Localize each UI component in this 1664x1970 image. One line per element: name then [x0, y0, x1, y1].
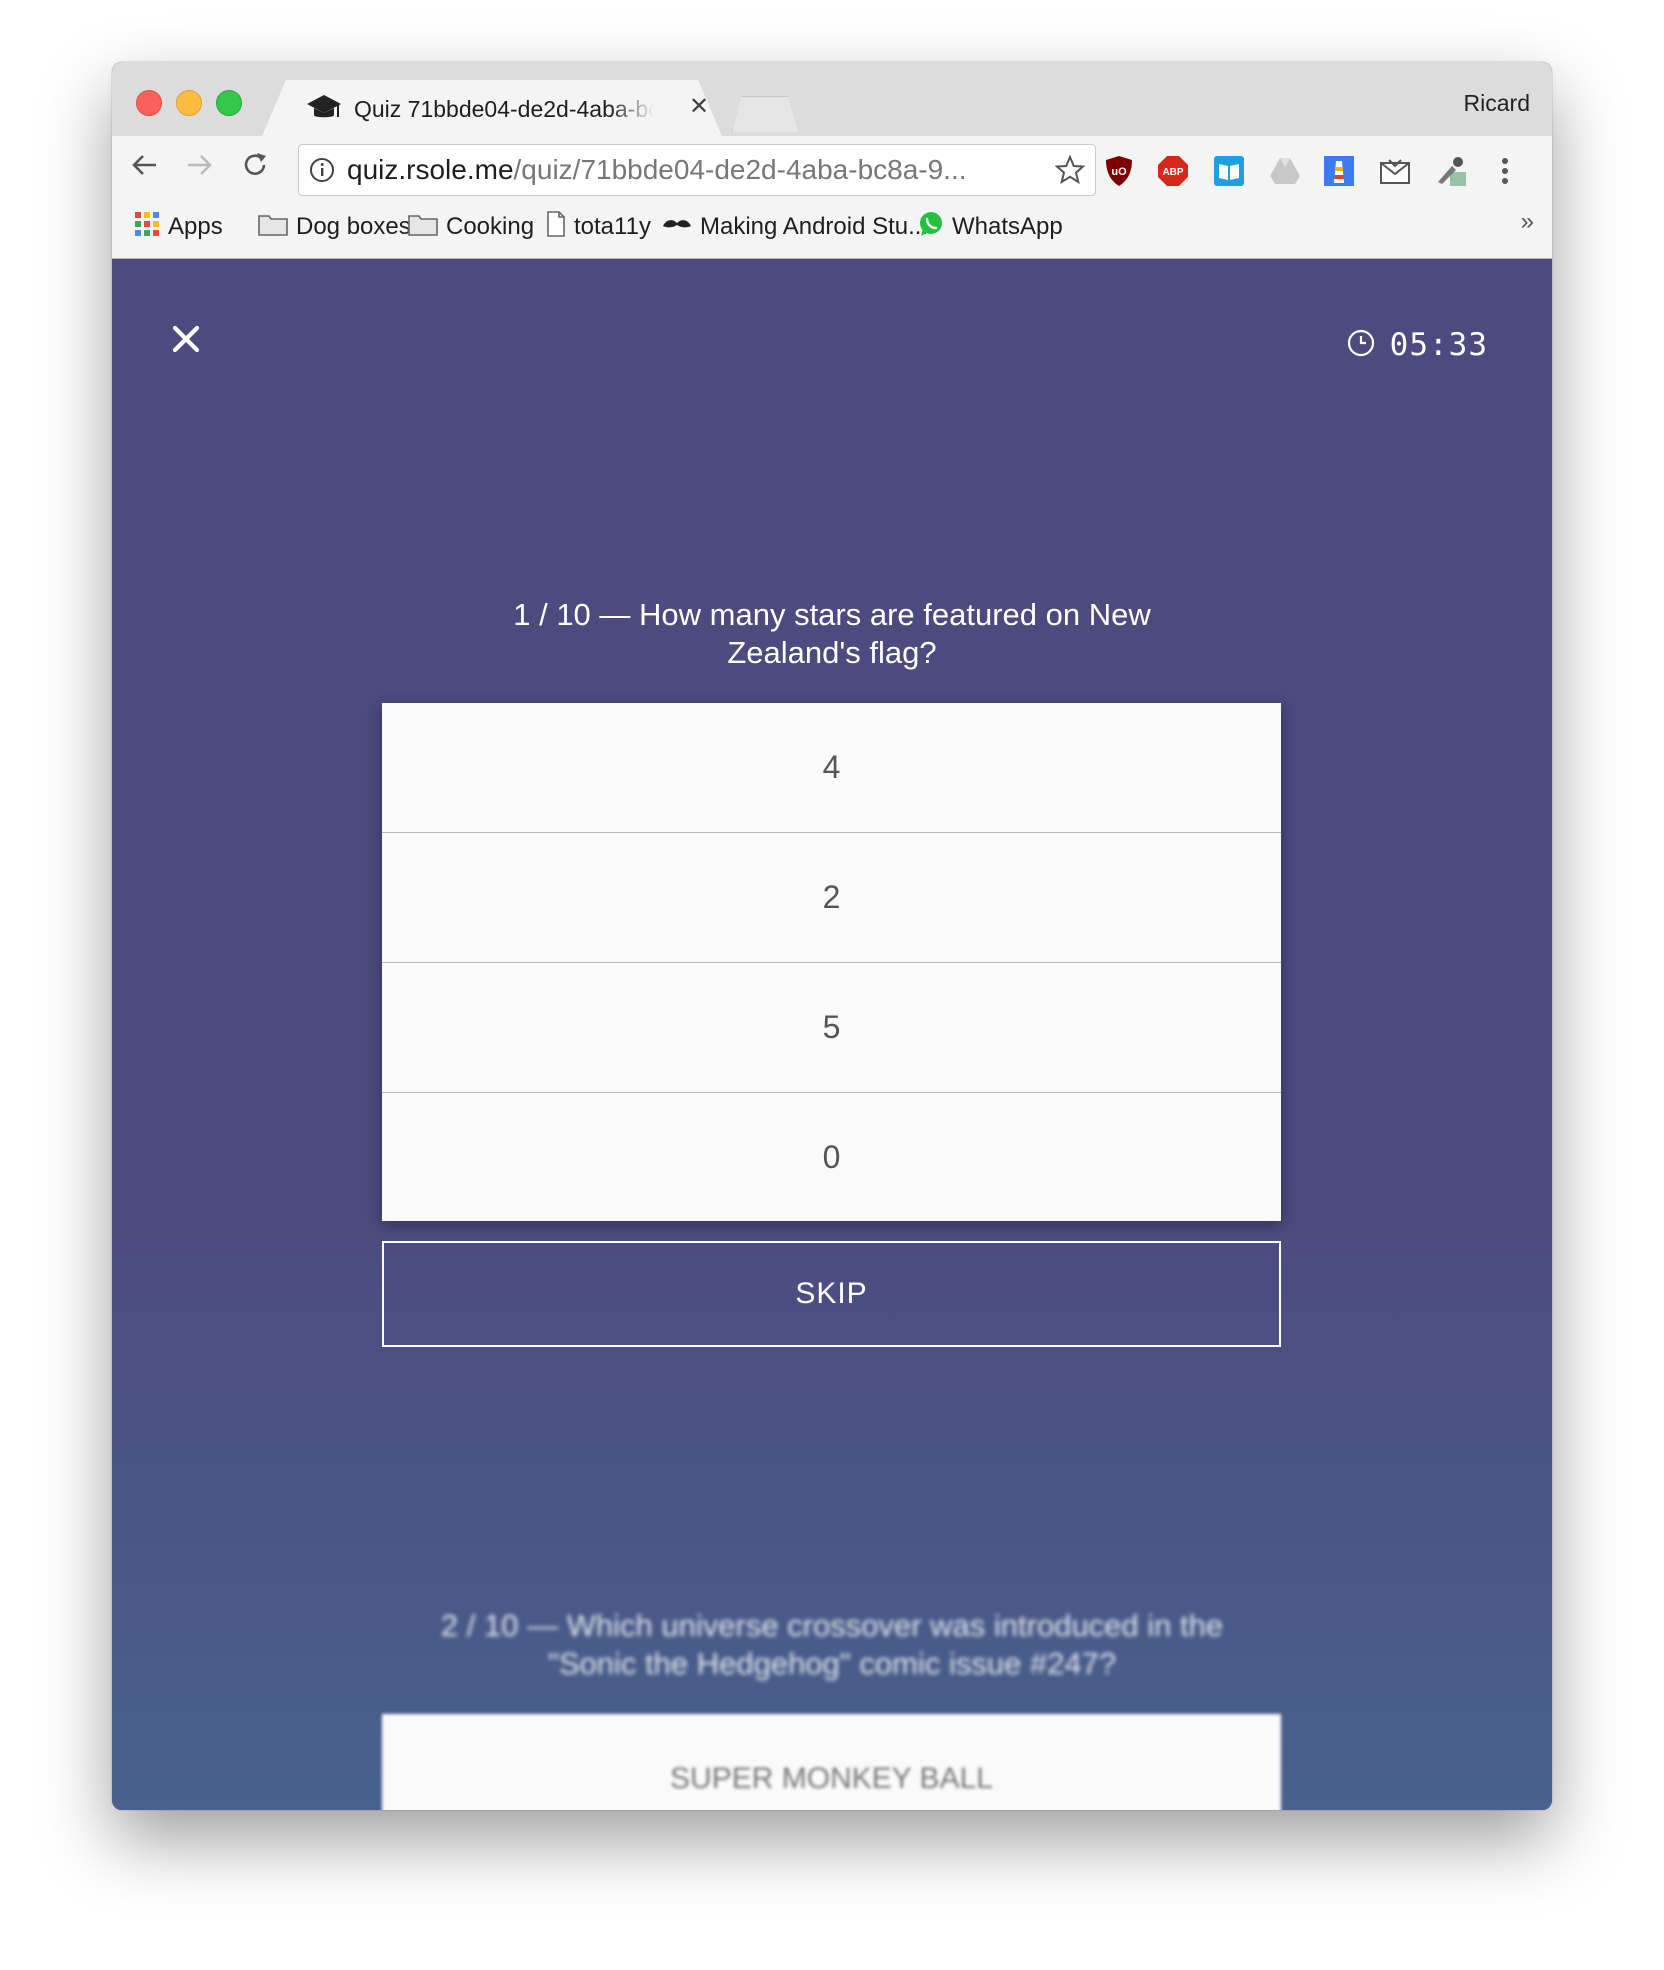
back-arrow-icon[interactable]	[124, 144, 166, 186]
bookmark-label: Making Android Stu...	[700, 213, 929, 240]
page-icon	[546, 210, 566, 244]
folder-icon	[408, 212, 438, 243]
url-text: quiz.rsole.me/quiz/71bbde04-de2d-4aba-bc…	[347, 155, 1027, 185]
info-icon[interactable]	[309, 157, 335, 183]
svg-text:uO: uO	[1111, 166, 1127, 178]
minimize-window-button[interactable]	[176, 90, 202, 116]
answer-option[interactable]: 5	[382, 963, 1281, 1093]
forward-arrow-icon[interactable]	[178, 144, 220, 186]
question-title: 1 / 10 — How many stars are featured on …	[513, 597, 1151, 670]
svg-text:ABP: ABP	[1162, 167, 1183, 178]
lighthouse-icon[interactable]	[1322, 154, 1356, 188]
answer-option[interactable]: 2	[382, 833, 1281, 963]
answer-option[interactable]: 0	[382, 1093, 1281, 1222]
maximize-window-button[interactable]	[216, 90, 242, 116]
browser-window: Quiz 71bbde04-de2d-4aba-bc8a-9 ✕ Ricard …	[112, 62, 1552, 1810]
bookmark-label: tota11y	[574, 213, 651, 240]
bookmarks-overflow-button[interactable]: »	[1521, 208, 1534, 236]
bookmark-cooking[interactable]: Cooking	[408, 210, 534, 244]
tab-close-icon[interactable]: ✕	[684, 92, 714, 122]
eyedropper-icon[interactable]	[1434, 154, 1468, 188]
url-path: /quiz/71bbde04-de2d-4aba-bc8a-9...	[513, 155, 967, 185]
graduation-cap-icon	[306, 92, 342, 124]
bookmark-star-icon[interactable]	[1054, 154, 1086, 185]
bookmark-label: Cooking	[446, 213, 535, 240]
bookmark-apps[interactable]: Apps	[134, 210, 223, 244]
next-answer-card: SUPER MONKEY BALL	[382, 1714, 1281, 1810]
answer-option[interactable]: 4	[382, 703, 1281, 833]
next-answer-option: SUPER MONKEY BALL	[670, 1762, 993, 1795]
whatsapp-icon	[918, 211, 944, 244]
bookmark-whatsapp[interactable]: WhatsApp	[918, 210, 1063, 244]
quiz-page: 05:33 1 / 10 — How many stars are featur…	[112, 259, 1552, 1810]
url-host: quiz.rsole.me	[347, 155, 514, 185]
clock-icon	[1346, 328, 1376, 363]
tab-title: Quiz 71bbde04-de2d-4aba-bc8a-9	[354, 96, 654, 122]
close-icon[interactable]	[172, 325, 200, 353]
bookmark-label: Dog boxes	[296, 213, 411, 240]
bookmark-dog-boxes[interactable]: Dog boxes	[258, 210, 411, 244]
close-window-button[interactable]	[136, 90, 162, 116]
timer-value: 05:33	[1389, 327, 1488, 363]
apps-grid-icon	[134, 211, 160, 244]
reader-icon[interactable]	[1212, 154, 1246, 188]
adblock-plus-icon[interactable]: ABP	[1156, 154, 1190, 188]
reload-icon[interactable]	[234, 144, 276, 186]
quiz-timer: 05:33	[1346, 327, 1488, 363]
mustache-icon	[662, 213, 692, 241]
bookmark-label: WhatsApp	[952, 213, 1063, 240]
address-bar[interactable]: quiz.rsole.me/quiz/71bbde04-de2d-4aba-bc…	[298, 144, 1096, 196]
mail-icon[interactable]	[1378, 154, 1412, 188]
profile-name[interactable]: Ricard	[1464, 90, 1530, 117]
menu-dots-icon[interactable]	[1488, 154, 1522, 188]
skip-button[interactable]: SKIP	[382, 1241, 1281, 1347]
google-drive-icon[interactable]	[1268, 154, 1302, 188]
ublock-origin-icon[interactable]: uO	[1102, 154, 1136, 188]
folder-icon	[258, 212, 288, 243]
answer-list: 4 2 5 0	[382, 703, 1281, 1221]
bookmark-making-android-studio[interactable]: Making Android Stu...	[662, 210, 928, 244]
next-question-preview: 2 / 10 — Which universe crossover was in…	[440, 1608, 1224, 1681]
bookmark-tota11y[interactable]: tota11y	[546, 210, 651, 244]
bookmark-label: Apps	[168, 213, 223, 240]
